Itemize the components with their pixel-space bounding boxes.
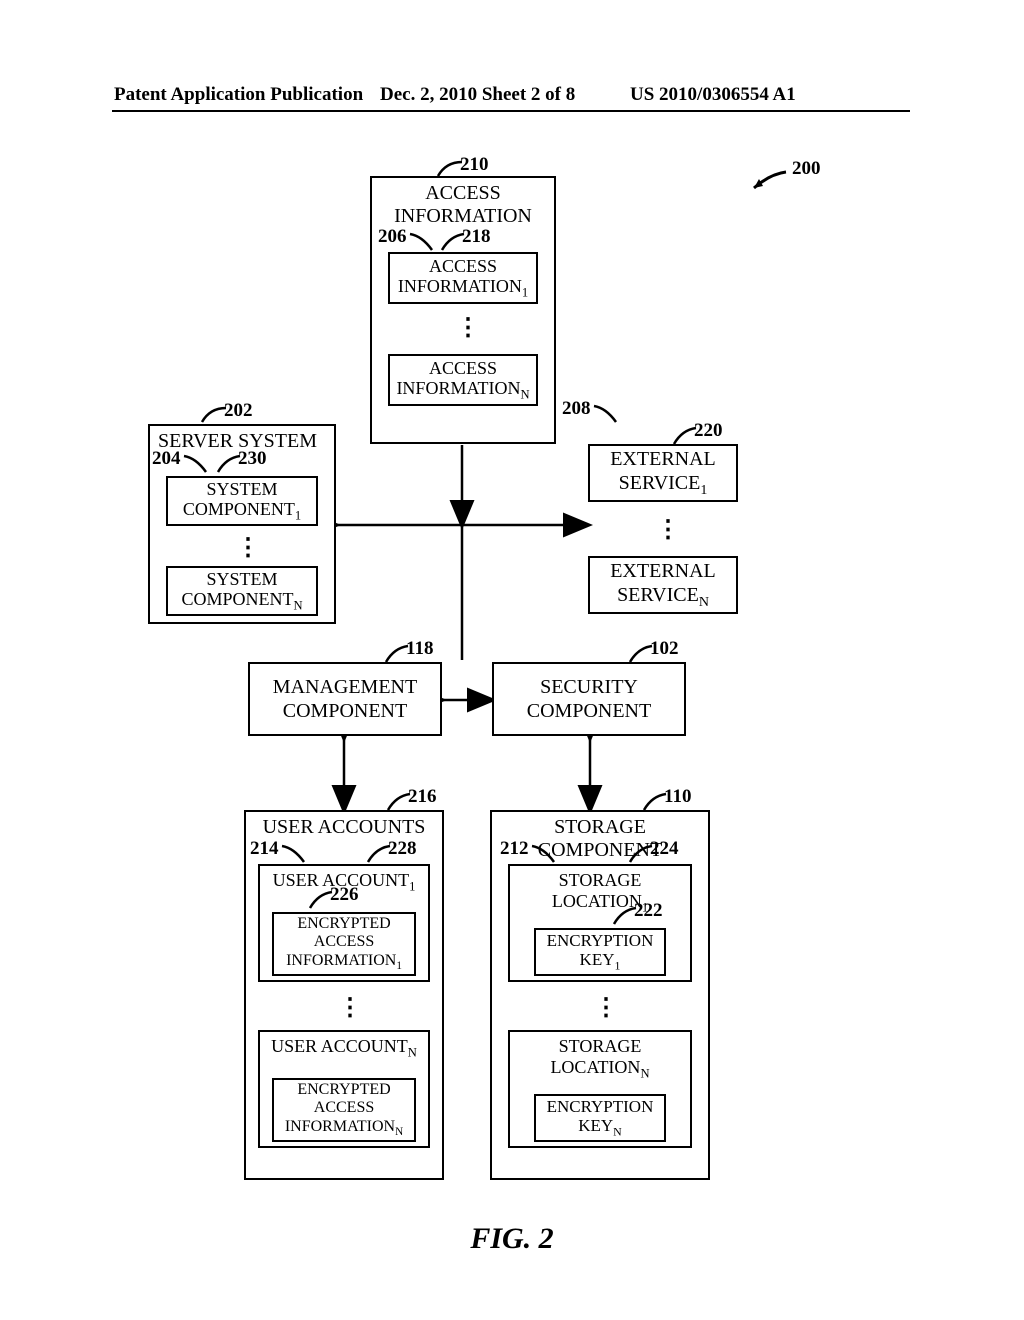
ref-206: 206	[378, 226, 407, 248]
hook-icon	[280, 844, 308, 864]
encryption-key-n: ENCRYPTION KEYN	[534, 1094, 666, 1142]
hook-icon	[530, 844, 558, 864]
hook-icon	[438, 232, 466, 252]
figure-label: FIG. 2	[0, 1222, 1024, 1256]
ref-224: 224	[650, 838, 679, 860]
security-component: SECURITY COMPONENT	[492, 662, 686, 736]
vdots-icon	[456, 316, 480, 340]
encrypted-access-info-1: ENCRYPTED ACCESS INFORMATION1	[272, 912, 416, 976]
user-accounts-container: USER ACCOUNTS USER ACCOUNT1 ENCRYPTED AC…	[244, 810, 444, 1180]
vdots-icon	[594, 996, 618, 1020]
ref-230: 230	[238, 448, 267, 470]
access-information-1: ACCESS INFORMATION1	[388, 252, 538, 304]
hook-icon	[306, 890, 334, 910]
ref-220: 220	[694, 420, 723, 442]
access-information-container: ACCESS INFORMATION ACCESS INFORMATION1 A…	[370, 176, 556, 444]
ref-228: 228	[388, 838, 417, 860]
hook-icon	[640, 792, 668, 812]
encryption-key-1: ENCRYPTION KEY1	[534, 928, 666, 976]
system-component-n: SYSTEM COMPONENTN	[166, 566, 318, 616]
ref-218: 218	[462, 226, 491, 248]
ref-212: 212	[500, 838, 529, 860]
hook-icon	[182, 454, 210, 474]
hook-icon	[200, 406, 228, 426]
management-component: MANAGEMENT COMPONENT	[248, 662, 442, 736]
hook-icon	[408, 232, 436, 252]
ref-102: 102	[650, 638, 679, 660]
ref-200: 200	[792, 158, 821, 180]
access-information-n: ACCESS INFORMATIONN	[388, 354, 538, 406]
access-information-title: ACCESS INFORMATION	[372, 182, 554, 228]
storage-location-1: STORAGE LOCATION1 ENCRYPTION KEY1	[508, 864, 692, 982]
ref-208: 208	[562, 398, 591, 420]
storage-location-n: STORAGE LOCATIONN ENCRYPTION KEYN	[508, 1030, 692, 1148]
encrypted-access-info-n: ENCRYPTED ACCESS INFORMATIONN	[272, 1078, 416, 1142]
ref-202: 202	[224, 400, 253, 422]
hook-icon	[670, 426, 698, 446]
figure-stage: 200 ACCESS INFORMATION ACCESS INFORMATIO…	[0, 0, 1024, 1320]
ref-216: 216	[408, 786, 437, 808]
hook-icon	[436, 160, 464, 180]
ref-210: 210	[460, 154, 489, 176]
ref-200-arrow	[748, 170, 788, 192]
vdots-icon	[236, 536, 260, 560]
hook-icon	[384, 792, 412, 812]
ref-214: 214	[250, 838, 279, 860]
storage-component-container: STORAGE COMPONENT STORAGE LOCATION1 ENCR…	[490, 810, 710, 1180]
ref-118: 118	[406, 638, 433, 660]
user-account-n: USER ACCOUNTN ENCRYPTED ACCESS INFORMATI…	[258, 1030, 430, 1148]
hook-icon	[610, 906, 638, 926]
vdots-icon	[338, 996, 362, 1020]
user-account-1: USER ACCOUNT1 ENCRYPTED ACCESS INFORMATI…	[258, 864, 430, 982]
user-accounts-title: USER ACCOUNTS	[246, 816, 442, 839]
hook-icon	[214, 454, 242, 474]
hook-icon	[626, 844, 654, 864]
ref-204: 204	[152, 448, 181, 470]
ref-110: 110	[664, 786, 691, 808]
external-service-n: EXTERNAL SERVICEN	[588, 556, 738, 614]
vdots-icon	[656, 518, 680, 542]
external-service-1: EXTERNAL SERVICE1	[588, 444, 738, 502]
ref-226: 226	[330, 884, 359, 906]
hook-icon	[626, 644, 654, 664]
ref-222: 222	[634, 900, 663, 922]
hook-icon	[592, 404, 620, 424]
system-component-1: SYSTEM COMPONENT1	[166, 476, 318, 526]
hook-icon	[382, 644, 410, 664]
hook-icon	[364, 844, 392, 864]
